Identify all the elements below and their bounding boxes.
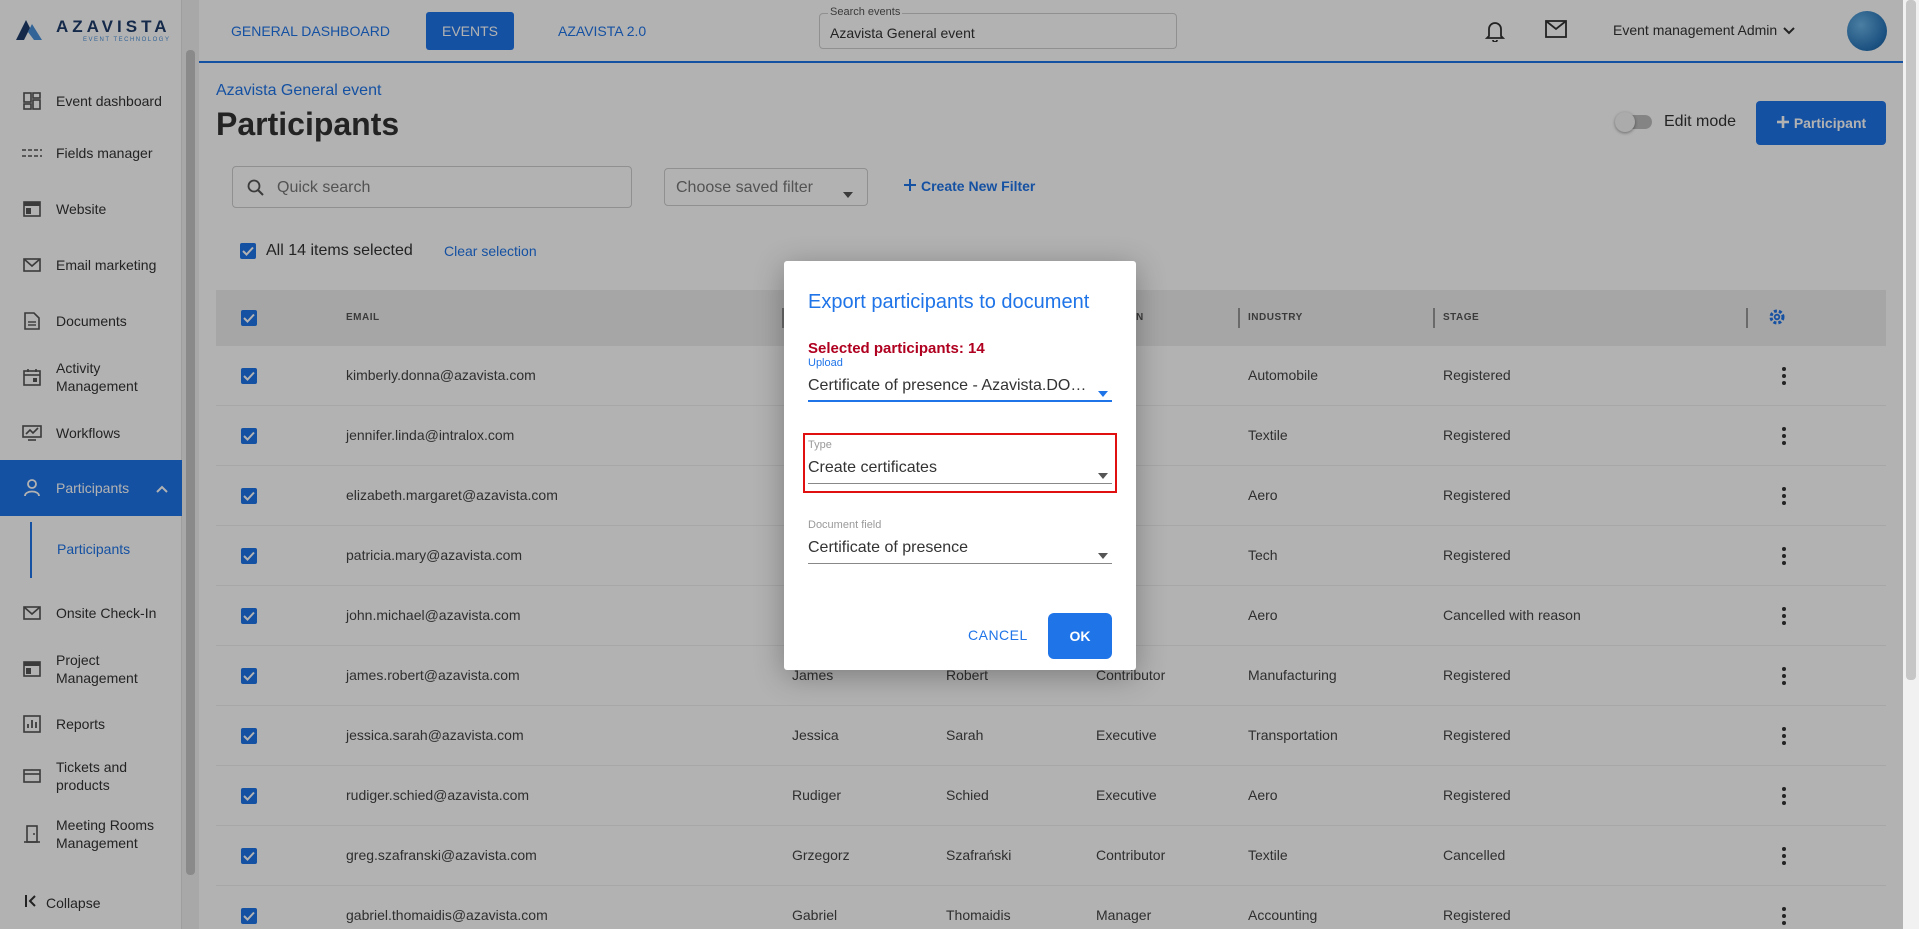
cancel-button[interactable]: CANCEL <box>968 627 1028 643</box>
type-value: Create certificates <box>808 459 937 476</box>
dialog-title: Export participants to document <box>808 291 1090 313</box>
document-field-underline <box>808 563 1112 564</box>
selected-participants-count: Selected participants: 14 <box>808 340 985 357</box>
type-underline <box>808 483 1112 484</box>
caret-down-icon <box>1098 466 1108 484</box>
document-field-label: Document field <box>808 519 882 531</box>
document-field-value: Certificate of presence <box>808 539 969 556</box>
ok-button[interactable]: OK <box>1048 613 1112 659</box>
upload-value: Certificate of presence - Azavista.DOCX <box>808 377 1088 394</box>
document-field-select[interactable]: Document field Certificate of presence <box>808 519 1112 569</box>
type-label: Type <box>808 439 832 451</box>
export-dialog: Export participants to document Selected… <box>784 261 1136 670</box>
page-scrollbar[interactable] <box>1903 0 1919 929</box>
upload-underline <box>808 400 1112 402</box>
upload-select[interactable]: Upload Certificate of presence - Azavist… <box>808 357 1112 403</box>
type-select[interactable]: Type Create certificates <box>808 439 1112 489</box>
upload-label: Upload <box>808 357 843 369</box>
page-scrollbar-thumb[interactable] <box>1906 0 1916 680</box>
caret-down-icon <box>1098 546 1108 564</box>
